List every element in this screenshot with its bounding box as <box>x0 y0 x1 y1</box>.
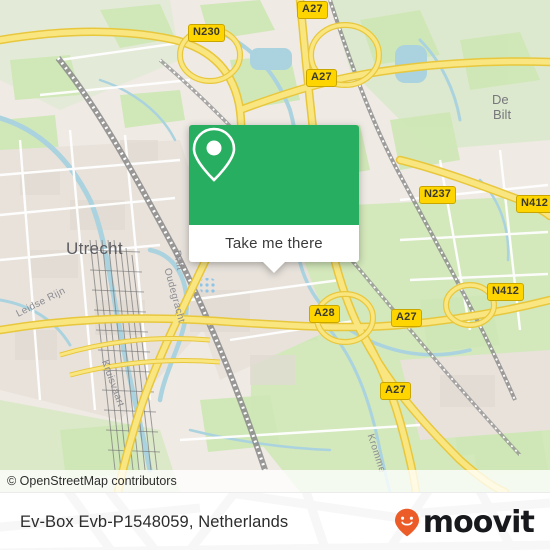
popup-icon-area <box>189 125 359 225</box>
location-title: Ev-Box Evb-P1548059, Netherlands <box>20 512 289 531</box>
road-shield-a27-upper: A27 <box>306 69 337 87</box>
place-label-de-bilt-line1: De <box>492 92 509 107</box>
map-canvas[interactable]: A27 N230 A27 N237 N412 A28 A27 N412 A27 … <box>0 0 550 492</box>
road-shield-a27-mid: A27 <box>391 309 422 327</box>
road-shield-n237: N237 <box>419 186 457 204</box>
popup-pointer-arrow <box>263 262 285 273</box>
road-shield-n412-east: N412 <box>516 195 550 213</box>
road-shield-a28: A28 <box>309 305 340 323</box>
osm-attribution-text[interactable]: © OpenStreetMap contributors <box>0 474 177 488</box>
take-me-there-button[interactable]: Take me there <box>189 225 359 273</box>
place-label-utrecht: Utrecht <box>66 239 123 258</box>
map-pin-icon <box>192 127 236 182</box>
moovit-map-screenshot: A27 N230 A27 N237 N412 A28 A27 N412 A27 … <box>0 0 550 550</box>
moovit-smiley-pin-icon <box>394 508 419 536</box>
take-me-there-label: Take me there <box>225 235 323 252</box>
moovit-logo[interactable]: moovit <box>394 493 535 550</box>
place-label-de-bilt-line2: Bilt <box>493 107 512 122</box>
osm-attribution-bar: © OpenStreetMap contributors <box>0 470 550 492</box>
moovit-wordmark: moovit <box>422 505 535 540</box>
footer-bar: Ev-Box Evb-P1548059, Netherlands moovit <box>0 492 550 550</box>
location-popup-card[interactable]: Take me there <box>189 125 359 273</box>
road-shield-a27-south: A27 <box>380 382 411 400</box>
road-shield-n412-south: N412 <box>487 283 525 301</box>
road-shield-a27-north: A27 <box>297 1 328 19</box>
road-shield-n230: N230 <box>188 24 226 42</box>
